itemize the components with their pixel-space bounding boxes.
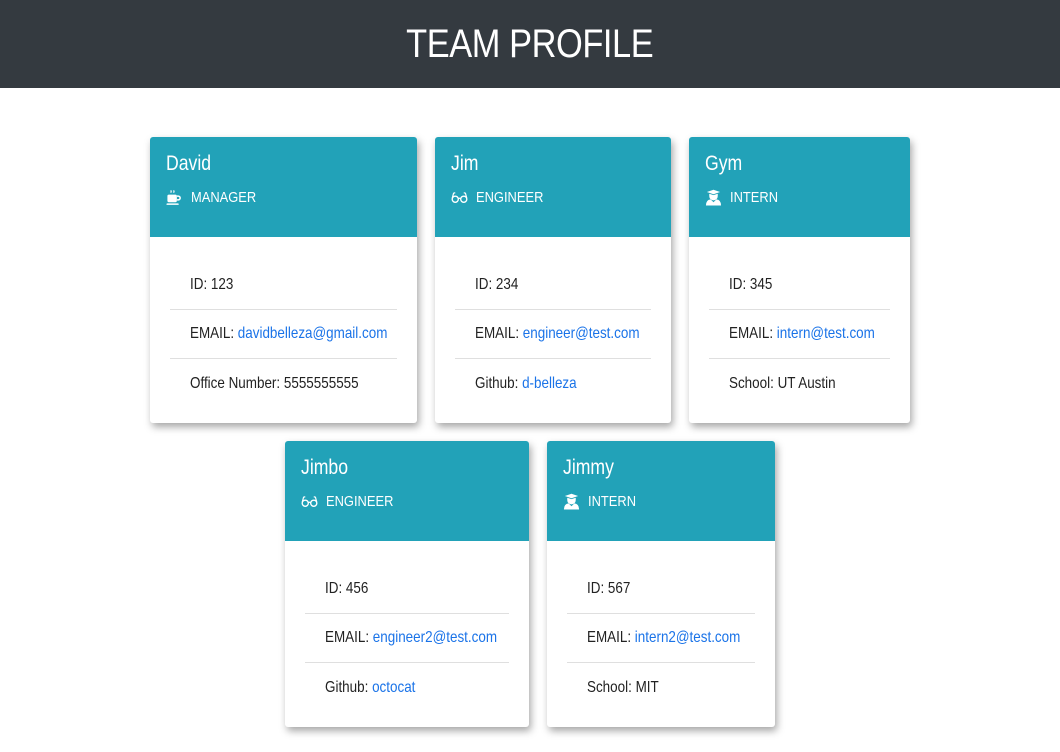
employee-id: ID: 345 [709, 261, 890, 310]
employee-card-engineer: Jimbo ENGINEER ID: 456 EMAIL: engineer2@… [285, 441, 529, 727]
employee-id: ID: 234 [455, 261, 651, 310]
email-link[interactable]: engineer2@test.com [373, 629, 497, 646]
employee-card-intern: Jimmy INTERN ID: 567 EMAIL: intern2@test… [547, 441, 775, 727]
card-details: ID: 234 EMAIL: engineer@test.com Github:… [435, 237, 671, 408]
github-link[interactable]: octocat [372, 679, 415, 696]
glasses-icon [301, 496, 318, 507]
card-header: Jimbo ENGINEER [285, 441, 529, 541]
role-label: MANAGER [191, 189, 257, 206]
employee-name: Gym [705, 152, 743, 175]
card-details: ID: 123 EMAIL: davidbelleza@gmail.com Of… [150, 237, 417, 408]
graduate-icon [705, 189, 722, 206]
employee-id: ID: 123 [170, 261, 397, 310]
page-title: TEAM PROFILE [406, 21, 654, 66]
employee-role: ENGINEER [451, 189, 554, 206]
office-number: Office Number: 5555555555 [190, 374, 359, 392]
coffee-mug-icon [166, 190, 181, 205]
card-header: David MANAGER [150, 137, 417, 237]
email-link[interactable]: engineer@test.com [523, 325, 640, 342]
employee-role: INTERN [705, 189, 786, 206]
graduate-icon [563, 493, 580, 510]
role-label: ENGINEER [326, 493, 394, 510]
email-link[interactable]: intern2@test.com [635, 629, 741, 646]
card-details: ID: 567 EMAIL: intern2@test.com School: … [547, 541, 775, 712]
role-label: INTERN [730, 189, 779, 206]
email-link[interactable]: intern@test.com [777, 325, 875, 342]
github-username: Github: octocat [325, 678, 416, 696]
card-details: ID: 456 EMAIL: engineer2@test.com Github… [285, 541, 529, 712]
employee-name: David [166, 152, 212, 175]
role-label: INTERN [588, 493, 637, 510]
employee-email: EMAIL: engineer2@test.com [305, 614, 509, 663]
employee-role: MANAGER [166, 189, 267, 206]
card-header: Jim ENGINEER [435, 137, 671, 237]
school-name: School: MIT [587, 678, 659, 696]
employee-email: EMAIL: intern@test.com [709, 310, 890, 359]
role-label: ENGINEER [476, 189, 544, 206]
employee-name: Jim [451, 152, 479, 175]
employee-card-intern: Gym INTERN ID: 345 EMAIL: intern@test.co… [689, 137, 910, 423]
github-link[interactable]: d-belleza [522, 375, 577, 392]
employee-name: Jimmy [563, 456, 614, 479]
employee-role: INTERN [563, 493, 644, 510]
email-link[interactable]: davidbelleza@gmail.com [238, 325, 388, 342]
glasses-icon [451, 192, 468, 203]
card-details: ID: 345 EMAIL: intern@test.com School: U… [689, 237, 910, 408]
employee-id: ID: 456 [305, 565, 509, 614]
employee-id: ID: 567 [567, 565, 755, 614]
employee-card-engineer: Jim ENGINEER ID: 234 EMAIL: engineer@tes… [435, 137, 671, 423]
employee-email: EMAIL: engineer@test.com [455, 310, 651, 359]
employee-email: EMAIL: intern2@test.com [567, 614, 755, 663]
card-header: Gym INTERN [689, 137, 910, 237]
school-name: School: UT Austin [729, 374, 836, 392]
github-username: Github: d-belleza [475, 374, 577, 392]
employee-role: ENGINEER [301, 493, 404, 510]
employee-card-manager: David MANAGER ID: 123 EMAIL: davidbellez… [150, 137, 417, 423]
page-header: TEAM PROFILE [0, 0, 1060, 88]
card-header: Jimmy INTERN [547, 441, 775, 541]
employee-email: EMAIL: davidbelleza@gmail.com [170, 310, 397, 359]
employee-name: Jimbo [301, 456, 349, 479]
